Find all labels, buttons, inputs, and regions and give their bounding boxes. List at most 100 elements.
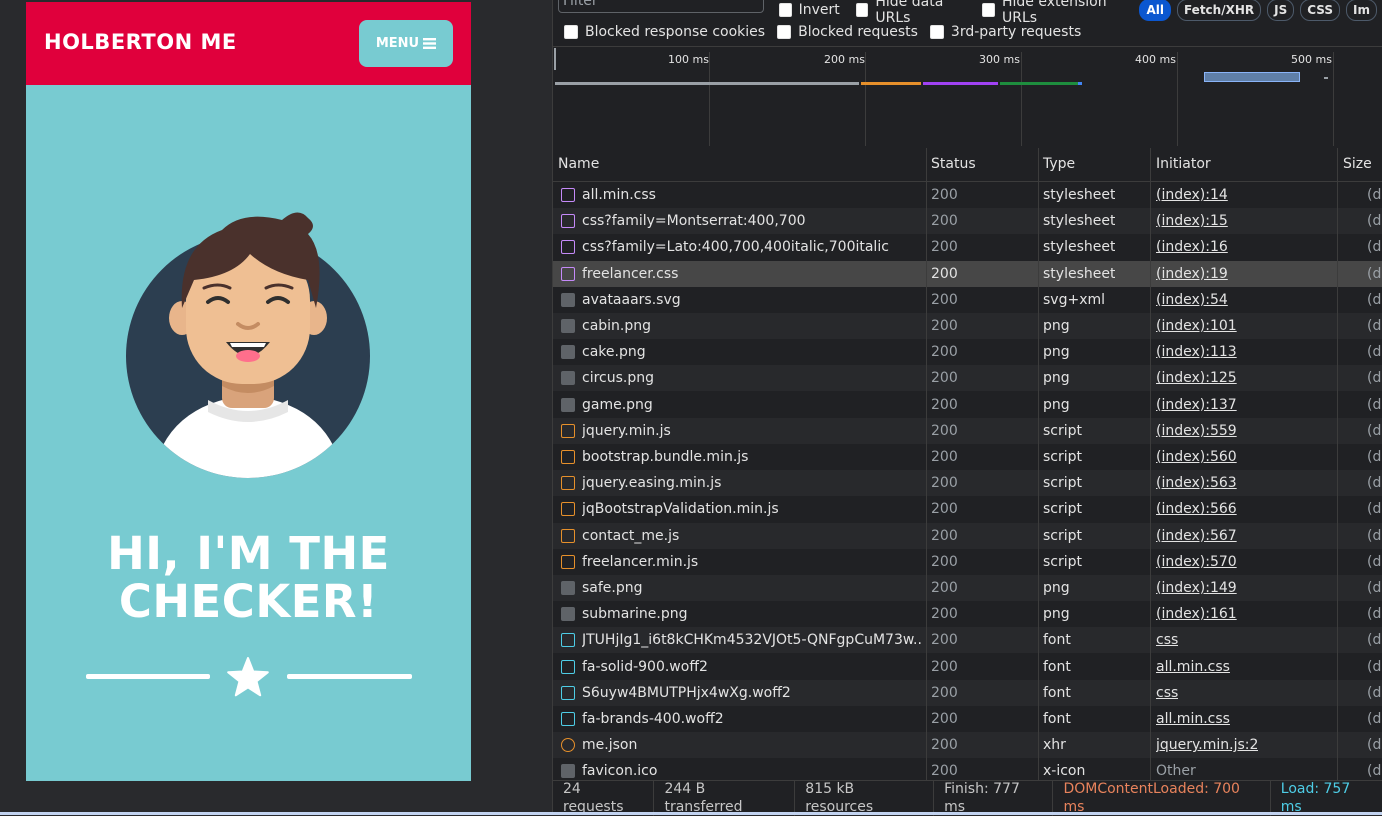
blocked-cookies-checkbox[interactable]: [564, 25, 578, 39]
hide-extension-urls-checkbox[interactable]: [982, 3, 995, 17]
column-divider[interactable]: [1150, 148, 1151, 780]
image-icon: [561, 581, 575, 595]
request-initiator[interactable]: (index):125: [1156, 365, 1237, 391]
filter-chip-img[interactable]: Im: [1346, 0, 1377, 21]
request-status: 200: [931, 580, 958, 596]
table-row[interactable]: fa-solid-900.woff2 200 font all.min.css (di: [553, 654, 1382, 680]
request-type: font: [1043, 684, 1071, 701]
request-initiator[interactable]: (index):149: [1156, 575, 1237, 601]
column-divider[interactable]: [1038, 148, 1039, 780]
request-name: circus.png: [582, 370, 654, 387]
request-type: script: [1043, 422, 1083, 439]
table-row[interactable]: freelancer.css 200 stylesheet (index):19 (di: [553, 260, 1382, 287]
menu-label: MENU: [375, 36, 420, 51]
request-type: font: [1043, 658, 1071, 675]
request-initiator[interactable]: (index):161: [1156, 601, 1237, 627]
request-type: png: [1043, 396, 1070, 413]
col-header-size[interactable]: Size: [1338, 148, 1372, 181]
filter-input[interactable]: Filter: [558, 0, 764, 13]
table-row[interactable]: all.min.css 200 stylesheet (index):14 (di: [553, 182, 1382, 208]
request-name: S6uyw4BMUTPHjx4wXg.woff2: [582, 684, 791, 701]
divider-line-left: [86, 674, 210, 679]
css-icon: [561, 188, 575, 202]
invert-checkbox[interactable]: [779, 3, 792, 17]
request-type: script: [1043, 449, 1083, 465]
table-row[interactable]: freelancer.min.js 200 script (index):570 (di: [553, 549, 1382, 575]
table-row[interactable]: jqBootstrapValidation.min.js 200 script (in…: [553, 496, 1382, 522]
request-initiator[interactable]: (index):19: [1156, 261, 1228, 287]
col-header-initiator[interactable]: Initiator: [1151, 148, 1211, 181]
request-initiator[interactable]: (index):559: [1156, 418, 1237, 444]
request-initiator[interactable]: jquery.min.js:2: [1156, 732, 1258, 758]
hero-title: HI, I'M THE CHECKER!: [26, 530, 471, 626]
request-initiator[interactable]: (index):14: [1156, 182, 1228, 208]
request-size: (di: [1367, 239, 1382, 256]
request-status: 200: [931, 239, 958, 256]
request-initiator[interactable]: (index):54: [1156, 287, 1228, 313]
table-row[interactable]: fa-brands-400.woff2 200 font all.min.css (di: [553, 706, 1382, 732]
request-initiator[interactable]: (index):15: [1156, 208, 1228, 234]
request-initiator[interactable]: (index):566: [1156, 496, 1237, 522]
table-row[interactable]: jquery.easing.min.js 200 script (index):563…: [553, 470, 1382, 497]
table-row[interactable]: css?family=Montserrat:400,700 200 styleshe…: [553, 208, 1382, 235]
filter-chip-js[interactable]: JS: [1267, 0, 1295, 21]
filter-chip-all[interactable]: All: [1139, 0, 1171, 21]
table-row[interactable]: cabin.png 200 png (index):101 (di: [553, 313, 1382, 339]
timeline-tick-label: 400 ms: [1135, 53, 1176, 66]
col-header-status[interactable]: Status: [926, 148, 976, 181]
request-status: 200: [931, 344, 958, 361]
request-status: 200: [931, 187, 958, 203]
column-divider[interactable]: [926, 148, 927, 780]
request-initiator[interactable]: all.min.css: [1156, 706, 1230, 732]
brand-logo[interactable]: HOLBERTON ME: [44, 30, 237, 54]
request-type: stylesheet: [1043, 213, 1116, 230]
filter-chip-css[interactable]: CSS: [1300, 0, 1341, 21]
column-divider[interactable]: [1337, 148, 1338, 780]
table-row[interactable]: safe.png 200 png (index):149 (di: [553, 575, 1382, 601]
request-type: png: [1043, 580, 1070, 596]
filter-chip-fetch-xhr[interactable]: Fetch/XHR: [1176, 0, 1262, 21]
table-row[interactable]: circus.png 200 png (index):125 (di: [553, 365, 1382, 392]
col-header-type[interactable]: Type: [1038, 148, 1075, 181]
request-initiator[interactable]: (index):563: [1156, 470, 1237, 496]
request-initiator[interactable]: (index):101: [1156, 313, 1237, 339]
table-row[interactable]: avataaars.svg 200 svg+xml (index):54 (di: [553, 287, 1382, 313]
table-row[interactable]: css?family=Lato:400,700,400italic,700ita…: [553, 234, 1382, 260]
table-row[interactable]: contact_me.js 200 script (index):567 (di: [553, 522, 1382, 549]
overview-handle[interactable]: [554, 48, 556, 70]
request-initiator[interactable]: (index):113: [1156, 339, 1237, 365]
xhr-icon: [561, 738, 575, 753]
request-initiator[interactable]: (index):137: [1156, 392, 1237, 418]
request-initiator[interactable]: (index):16: [1156, 234, 1228, 260]
request-size: (di: [1367, 553, 1382, 570]
col-header-name[interactable]: Name: [553, 148, 599, 181]
request-status: 200: [931, 606, 958, 623]
script-icon: [561, 476, 575, 491]
request-initiator[interactable]: all.min.css: [1156, 654, 1230, 680]
request-initiator[interactable]: (index):560: [1156, 444, 1237, 470]
table-row[interactable]: cake.png 200 png (index):113 (di: [553, 339, 1382, 365]
third-party-checkbox[interactable]: [929, 25, 944, 39]
request-type: png: [1043, 606, 1070, 623]
table-row[interactable]: bootstrap.bundle.min.js 200 script (index):…: [553, 444, 1382, 470]
table-row[interactable]: JTUHjIg1_i6t8kCHKm4532VJOt5-QNFgpCuM73w.…: [553, 627, 1382, 654]
table-row[interactable]: game.png 200 png (index):137 (di: [553, 392, 1382, 418]
table-row[interactable]: me.json 200 xhr jquery.min.js:2 (di: [553, 732, 1382, 759]
table-row[interactable]: submarine.png 200 png (index):161 (di: [553, 601, 1382, 627]
request-size: (di: [1367, 606, 1382, 623]
table-row[interactable]: jquery.min.js 200 script (index):559 (di: [553, 417, 1382, 444]
table-row[interactable]: S6uyw4BMUTPHjx4wXg.woff2 200 font css (di: [553, 679, 1382, 706]
menu-button[interactable]: MENU: [359, 20, 453, 67]
request-size: (di: [1367, 711, 1382, 727]
request-name: safe.png: [582, 580, 643, 596]
request-status: 200: [931, 501, 958, 518]
request-initiator[interactable]: css: [1156, 627, 1178, 653]
request-initiator[interactable]: css: [1156, 680, 1178, 706]
request-initiator[interactable]: (index):570: [1156, 549, 1237, 575]
request-status: 200: [931, 632, 958, 649]
request-type: xhr: [1043, 737, 1066, 754]
blocked-requests-checkbox[interactable]: [777, 25, 792, 39]
request-size: (di: [1367, 291, 1382, 308]
request-initiator[interactable]: (index):567: [1156, 523, 1237, 549]
hide-data-urls-checkbox[interactable]: [855, 3, 869, 17]
